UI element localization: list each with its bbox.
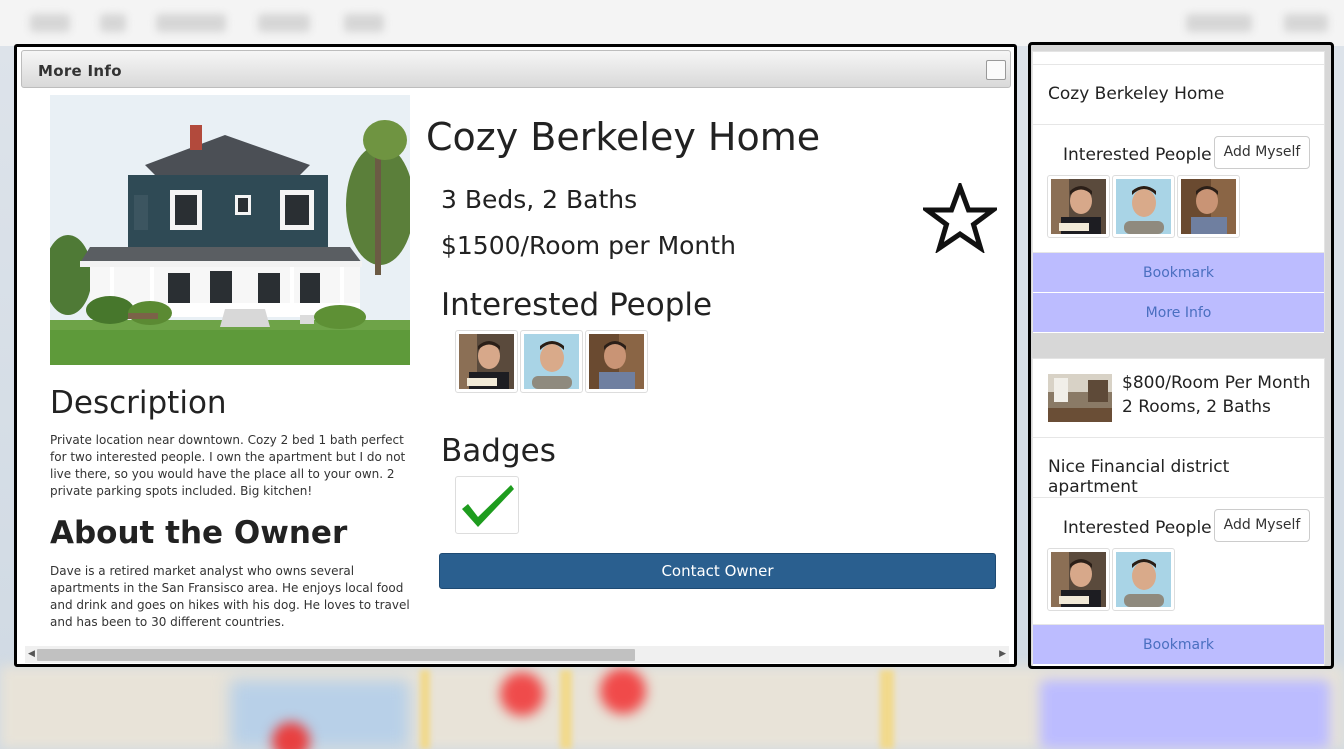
description-text: Private location near downtown. Cozy 2 b… (50, 433, 406, 498)
badge (455, 476, 519, 534)
contact-owner-button[interactable]: Contact Owner (439, 553, 996, 589)
beds-baths: 3 Beds, 2 Baths (441, 185, 638, 214)
listing-title: Cozy Berkeley Home (1048, 84, 1225, 104)
listing-card: Cozy Berkeley Home Interested People Add… (1032, 51, 1325, 333)
listing-card: $800/Room Per Month 2 Rooms, 2 Baths Nic… (1032, 358, 1325, 666)
add-myself-button[interactable]: Add Myself (1214, 136, 1310, 169)
avatar[interactable] (1047, 175, 1110, 238)
house-photo (50, 95, 410, 365)
avatar[interactable] (520, 330, 583, 393)
home-title: Cozy Berkeley Home (426, 115, 821, 159)
close-icon[interactable] (986, 60, 1006, 80)
star-icon[interactable] (923, 183, 997, 253)
listing-price: $800/Room Per Month (1122, 373, 1311, 393)
owner-text: Dave is a retired market analyst who own… (50, 564, 410, 629)
bookmark-button[interactable]: Bookmark (1033, 253, 1324, 293)
bookmark-button[interactable]: Bookmark (1033, 625, 1324, 665)
interested-avatars (1047, 548, 1175, 611)
modal-title: More Info (38, 62, 122, 80)
avatar[interactable] (585, 330, 648, 393)
listing-rooms: 2 Rooms, 2 Baths (1122, 397, 1271, 417)
scroll-right-icon[interactable]: ▶ (999, 649, 1006, 659)
horizontal-scrollbar[interactable]: ◀ ▶ (25, 646, 1009, 663)
more-info-button[interactable]: More Info (1033, 293, 1324, 333)
description-heading: Description (50, 385, 227, 421)
add-myself-button[interactable]: Add Myself (1214, 509, 1310, 542)
interested-label: Interested People (1063, 145, 1212, 165)
interested-label: Interested People (1063, 518, 1212, 538)
checkmark-icon (462, 485, 514, 527)
interested-avatars (455, 330, 648, 393)
interested-avatars (1047, 175, 1240, 238)
about-owner-heading: About the Owner (50, 515, 348, 551)
avatar[interactable] (1047, 548, 1110, 611)
badges-heading: Badges (441, 433, 556, 469)
listings-sidebar: Cozy Berkeley Home Interested People Add… (1028, 42, 1334, 669)
more-info-modal: More Info Description Private location n… (14, 44, 1017, 667)
listing-title: Nice Financial district apartment (1048, 457, 1230, 497)
avatar[interactable] (1177, 175, 1240, 238)
scroll-left-icon[interactable]: ◀ (28, 649, 35, 659)
scrollbar-thumb[interactable] (37, 649, 635, 661)
price: $1500/Room per Month (441, 231, 736, 260)
avatar[interactable] (1112, 548, 1175, 611)
interested-heading: Interested People (441, 287, 713, 323)
avatar[interactable] (1112, 175, 1175, 238)
listing-photo (1048, 374, 1112, 422)
avatar[interactable] (455, 330, 518, 393)
modal-header: More Info (21, 50, 1011, 88)
